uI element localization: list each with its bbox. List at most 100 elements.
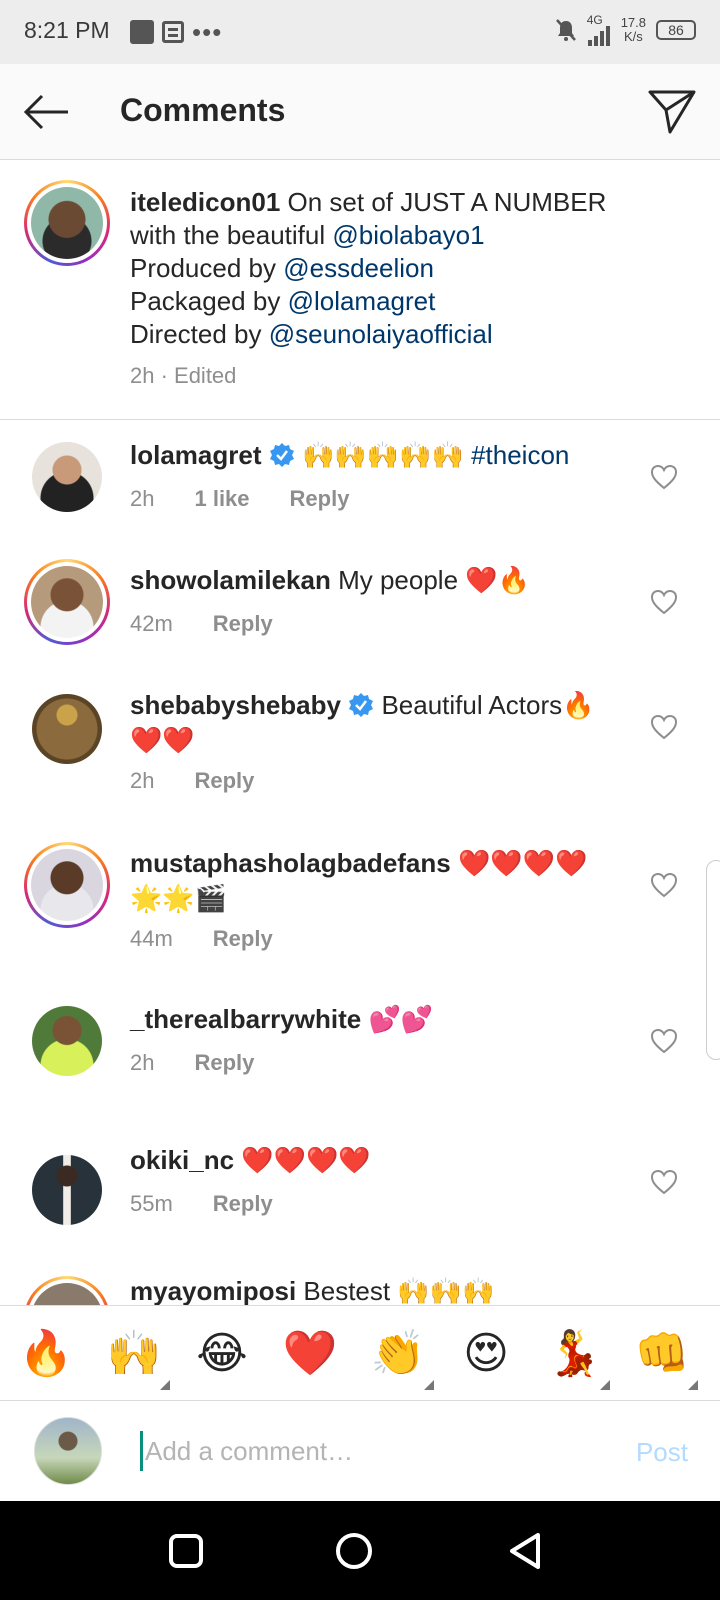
- emoji-joy-button[interactable]: 😂: [192, 1324, 252, 1384]
- comment-emoji: 💕💕: [368, 1005, 434, 1035]
- mention-link[interactable]: @lolamagret: [288, 286, 436, 316]
- emoji-clap: 👏: [370, 1328, 426, 1379]
- like-heart-icon[interactable]: [650, 1169, 678, 1195]
- reply-button[interactable]: Reply: [194, 1050, 254, 1076]
- caption-username[interactable]: iteledicon01: [130, 187, 280, 217]
- comment-body: Beautiful Actors: [381, 690, 563, 720]
- comment-text: showolamilekan My people ❤️🔥: [130, 563, 620, 598]
- post-button[interactable]: Post: [636, 1437, 688, 1468]
- signal-icon: 4G: [587, 14, 611, 46]
- emoji-raised-hands-button[interactable]: 🙌: [104, 1324, 170, 1390]
- mention-link[interactable]: @biolabayo1: [332, 220, 484, 250]
- avatar[interactable]: [31, 187, 103, 259]
- like-heart-icon[interactable]: [650, 872, 678, 898]
- scroll-handle[interactable]: [706, 860, 720, 1060]
- avatar-ring: [24, 559, 110, 645]
- emoji-dancer-button[interactable]: 💃: [544, 1324, 610, 1390]
- like-heart-icon[interactable]: [650, 1028, 678, 1054]
- notification-icons: •••: [130, 19, 222, 45]
- comment-meta: 2h Reply: [130, 1050, 254, 1076]
- comment-emoji: 🙌🙌🙌: [397, 1277, 495, 1305]
- comment-username[interactable]: okiki_nc: [130, 1145, 234, 1175]
- avatar[interactable]: [31, 1283, 103, 1305]
- mention-link[interactable]: @seunolaiyaofficial: [269, 319, 493, 349]
- comment-item: lolamagret 🙌🙌🙌🙌🙌 #theicon 2h 1 like Repl…: [0, 420, 720, 545]
- avatar[interactable]: [32, 442, 102, 512]
- net-speed-unit: K/s: [623, 29, 643, 44]
- reply-button[interactable]: Reply: [213, 611, 273, 637]
- app-notification-icon: [130, 20, 154, 44]
- emoji-fist-button[interactable]: 👊: [632, 1324, 698, 1390]
- back-triangle-icon[interactable]: [506, 1531, 546, 1571]
- comment-username[interactable]: mustaphasholagbadefans: [130, 848, 451, 878]
- mute-bell-icon: [555, 19, 576, 41]
- back-arrow-icon[interactable]: [20, 86, 72, 138]
- network-type: 4G: [586, 13, 603, 27]
- skin-tone-indicator: [160, 1380, 170, 1390]
- comment-composer: Post: [0, 1401, 720, 1501]
- avatar-ring: [24, 180, 110, 266]
- avatar[interactable]: [31, 849, 103, 921]
- like-heart-icon[interactable]: [650, 714, 678, 740]
- reply-button[interactable]: Reply: [213, 1191, 273, 1217]
- avatar[interactable]: [32, 1155, 102, 1225]
- comment-item: showolamilekan My people ❤️🔥 42m Reply: [0, 545, 720, 670]
- comment-username[interactable]: shebabyshebaby: [130, 690, 341, 720]
- reply-button[interactable]: Reply: [290, 486, 350, 512]
- emoji-heart-eyes-button[interactable]: 😍: [456, 1324, 516, 1384]
- comment-text: okiki_nc ❤️❤️❤️❤️: [130, 1143, 620, 1178]
- news-notification-icon: [162, 21, 184, 43]
- reply-button[interactable]: Reply: [194, 768, 254, 794]
- emoji-heart-button[interactable]: ❤️: [280, 1324, 340, 1384]
- reply-button[interactable]: Reply: [213, 926, 273, 952]
- recents-square-icon[interactable]: [166, 1531, 206, 1571]
- like-heart-icon[interactable]: [650, 589, 678, 615]
- verified-badge-icon: [349, 693, 374, 717]
- comment-username[interactable]: _therealbarrywhite: [130, 1004, 361, 1034]
- avatar[interactable]: [32, 1006, 102, 1076]
- caption-text: iteledicon01 On set of JUST A NUMBER wit…: [130, 186, 630, 392]
- avatar[interactable]: [32, 694, 102, 764]
- mention-link[interactable]: @essdeelion: [283, 253, 434, 283]
- comment-meta: 2h Reply: [130, 768, 254, 794]
- comment-emoji: ❤️❤️❤️❤️: [241, 1146, 371, 1176]
- current-user-avatar: [34, 1417, 102, 1485]
- comment-emoji: 🌟🌟🎬: [130, 884, 228, 914]
- emoji-fire-button[interactable]: 🔥: [16, 1324, 76, 1384]
- battery-icon: 86: [656, 20, 696, 40]
- emoji-clap-button[interactable]: 👏: [368, 1324, 434, 1390]
- comment-emoji: 🔥: [562, 691, 595, 721]
- skin-tone-indicator: [600, 1380, 610, 1390]
- comment-time: 2h: [130, 486, 155, 511]
- caption-packaged: Packaged by: [130, 286, 281, 316]
- comment-input[interactable]: [140, 1431, 590, 1471]
- comment-text: myayomiposi Bestest 🙌🙌🙌: [130, 1274, 620, 1305]
- comment-time: 55m: [130, 1191, 173, 1216]
- comment-meta: 42m Reply: [130, 611, 273, 637]
- comment-username[interactable]: showolamilekan: [130, 565, 331, 595]
- comment-emoji: 🙌🙌🙌🙌🙌: [301, 441, 464, 471]
- status-time: 8:21 PM: [24, 17, 110, 43]
- comment-item: _therealbarrywhite 💕💕 2h Reply: [0, 988, 720, 1113]
- comment-username[interactable]: myayomiposi: [130, 1276, 296, 1305]
- net-speed-value: 17.8: [620, 15, 646, 30]
- quick-emoji-bar: 🔥 🙌 😂 ❤️ 👏 😍 💃 👊: [0, 1305, 720, 1401]
- comment-time: 42m: [130, 611, 173, 636]
- comment-username[interactable]: lolamagret: [130, 440, 262, 470]
- comments-header: Comments: [0, 64, 720, 160]
- post-caption: iteledicon01 On set of JUST A NUMBER wit…: [0, 160, 720, 420]
- comment-text: lolamagret 🙌🙌🙌🙌🙌 #theicon: [130, 438, 620, 473]
- direct-share-icon[interactable]: [646, 86, 698, 138]
- hashtag-link[interactable]: #theicon: [471, 440, 569, 470]
- avatar[interactable]: [31, 566, 103, 638]
- comment-text: mustaphasholagbadefans ❤️❤️❤️❤️ 🌟🌟🎬: [130, 846, 620, 916]
- emoji-raised-hands: 🙌: [106, 1328, 162, 1379]
- home-circle-icon[interactable]: [334, 1531, 374, 1571]
- comment-item: mustaphasholagbadefans ❤️❤️❤️❤️ 🌟🌟🎬 44m …: [0, 828, 720, 988]
- comment-item: myayomiposi Bestest 🙌🙌🙌: [0, 1260, 720, 1305]
- like-heart-icon[interactable]: [650, 464, 678, 490]
- likes-count[interactable]: 1 like: [194, 486, 249, 512]
- comment-body: Bestest: [303, 1276, 391, 1305]
- skin-tone-indicator: [424, 1380, 434, 1390]
- verified-badge-icon: [269, 443, 294, 467]
